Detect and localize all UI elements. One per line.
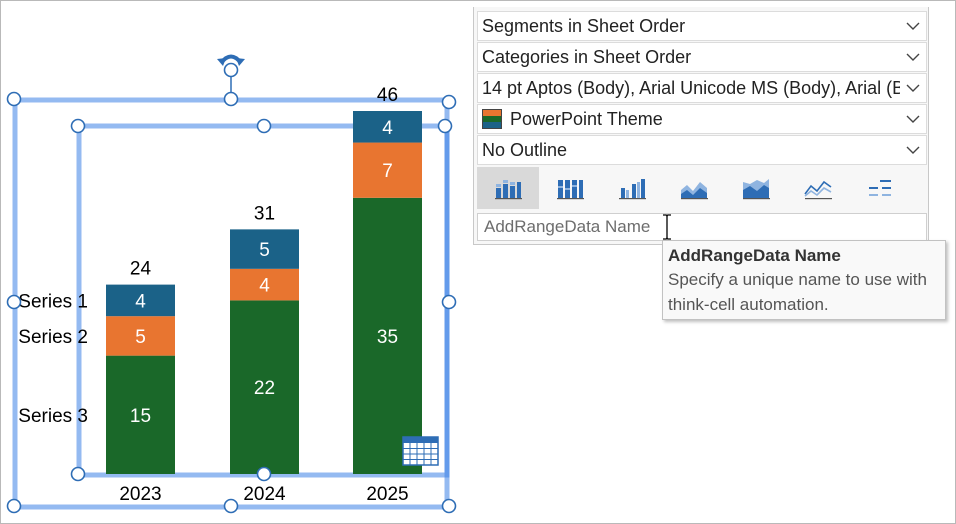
property-panel: Segments in Sheet Order Categories in Sh… — [473, 7, 929, 245]
resize-handle[interactable] — [70, 118, 86, 134]
segment-order-label: Segments in Sheet Order — [482, 15, 686, 36]
outline-dropdown[interactable]: No Outline — [477, 135, 927, 165]
resize-handle[interactable] — [70, 466, 86, 482]
rotate-handle[interactable] — [217, 54, 245, 94]
datasheet-icon[interactable] — [402, 436, 439, 466]
segment-value-label: 15 — [130, 406, 151, 427]
resize-handle[interactable] — [6, 498, 22, 514]
tooltip-body-line1: Specify a unique name to use with — [668, 270, 927, 289]
resize-handle[interactable] — [6, 91, 22, 107]
chevron-down-icon[interactable] — [900, 136, 926, 164]
line-button[interactable] — [787, 167, 849, 209]
clustered-stacked-bar-button[interactable] — [539, 167, 601, 209]
font-dropdown[interactable]: 14 pt Aptos (Body), Arial Unicode MS (Bo… — [477, 73, 927, 103]
clustered-bar-icon — [619, 179, 646, 200]
segment-value-label: 35 — [377, 327, 398, 348]
segment-value-label: 4 — [135, 291, 146, 312]
range-data-name-placeholder: AddRangeData Name — [484, 217, 651, 236]
color-scheme-label: PowerPoint Theme — [510, 108, 663, 129]
chevron-down-icon[interactable] — [900, 12, 926, 40]
resize-handle[interactable] — [437, 118, 453, 134]
segment-value-label: 5 — [135, 327, 146, 348]
segment-value-label: 22 — [254, 378, 275, 399]
resize-handle[interactable] — [256, 118, 272, 134]
tooltip-title: AddRangeData Name — [668, 246, 841, 265]
clustered-stacked-bar-icon — [557, 180, 584, 200]
chevron-down-icon[interactable] — [900, 43, 926, 71]
segment-value-label: 5 — [259, 240, 270, 261]
category-label: 2025 — [366, 484, 408, 505]
resize-handle[interactable] — [6, 294, 22, 310]
tooltip-body-line2: think-cell automation. — [668, 295, 829, 314]
gantt-button[interactable] — [849, 167, 911, 209]
segment-value-label: 4 — [259, 276, 270, 297]
font-label: 14 pt Aptos (Body), Arial Unicode MS (Bo… — [482, 77, 900, 98]
category-label: 2024 — [243, 484, 286, 505]
category-label: 2023 — [119, 484, 161, 505]
chart-type-toolbar — [477, 167, 927, 209]
total-label: 46 — [377, 85, 398, 106]
line-icon — [804, 180, 832, 200]
outline-label: No Outline — [482, 139, 568, 160]
stacked-bar-icon — [495, 180, 522, 200]
resize-handle[interactable] — [256, 466, 272, 482]
resize-handle[interactable] — [223, 91, 239, 107]
resize-handle[interactable] — [441, 498, 457, 514]
stacked-bar-button[interactable] — [477, 167, 539, 209]
color-scheme-dropdown[interactable]: PowerPoint Theme — [477, 104, 927, 134]
chevron-down-icon[interactable] — [900, 74, 926, 102]
text-cursor-icon — [663, 214, 671, 240]
total-label: 24 — [130, 259, 152, 280]
category-order-label: Categories in Sheet Order — [482, 46, 692, 67]
category-order-dropdown[interactable]: Categories in Sheet Order — [477, 42, 927, 72]
series-label[interactable]: Series 1 — [18, 291, 88, 312]
segment-order-dropdown[interactable]: Segments in Sheet Order — [477, 11, 927, 41]
segment-value-label: 7 — [382, 161, 393, 182]
area-icon — [681, 182, 708, 200]
resize-handle[interactable] — [223, 498, 239, 514]
area-button[interactable] — [663, 167, 725, 209]
segment-value-label: 4 — [382, 118, 393, 139]
tooltip: AddRangeData Name Specify a unique name … — [662, 240, 946, 320]
clustered-bar-button[interactable] — [601, 167, 663, 209]
theme-swatch-icon — [482, 109, 502, 129]
series-label[interactable]: Series 2 — [18, 327, 88, 348]
resize-handle[interactable] — [441, 94, 457, 110]
range-data-name-input[interactable]: AddRangeData Name — [477, 213, 927, 241]
stacked-area-icon — [743, 179, 770, 200]
stacked-area-button[interactable] — [725, 167, 787, 209]
gantt-icon — [869, 180, 891, 196]
chevron-down-icon[interactable] — [900, 105, 926, 133]
total-label: 31 — [254, 203, 275, 224]
think-cell-chart[interactable]: 15 5 4 24 2023 22 4 5 31 2024 35 7 4 46 2025 Series 1 Se… — [0, 0, 470, 524]
series-label[interactable]: Series 3 — [18, 406, 88, 427]
resize-handle[interactable] — [441, 294, 457, 310]
